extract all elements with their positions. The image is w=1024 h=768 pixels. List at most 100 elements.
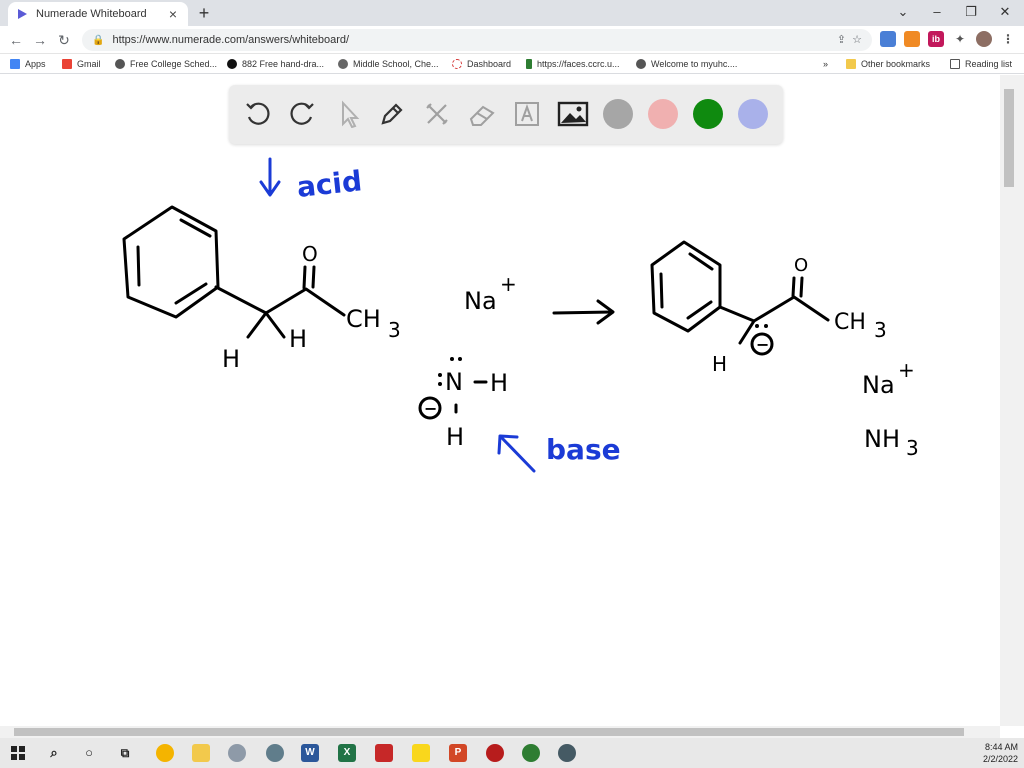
tab-close-icon[interactable]: × — [166, 6, 180, 22]
windows-start-icon[interactable] — [11, 746, 25, 760]
app-icon[interactable] — [522, 744, 540, 762]
product-sodium-label: Na — [862, 371, 895, 399]
sticky-notes-icon[interactable] — [412, 744, 430, 762]
more-bookmarks-chevron-icon[interactable]: » — [823, 57, 828, 71]
base-arrow-shaft — [499, 435, 536, 473]
amide-minus-sign: − — [424, 399, 437, 418]
app-icon[interactable] — [228, 744, 246, 762]
bookmark-apps[interactable]: Apps — [10, 57, 46, 71]
file-explorer-icon[interactable] — [192, 744, 210, 762]
extension-icon[interactable] — [904, 31, 920, 47]
puzzle-extensions-icon[interactable]: ✦ — [952, 31, 968, 47]
reactant-methyl-subscript: 3 — [388, 318, 401, 342]
cortana-icon[interactable]: ○ — [80, 744, 98, 762]
excel-icon[interactable]: X — [338, 744, 356, 762]
reactant-methyl-label: CH — [346, 305, 381, 333]
app-icon[interactable] — [486, 744, 504, 762]
close-window-button[interactable]: ✕ — [988, 0, 1022, 26]
select-tool-button[interactable] — [331, 97, 365, 131]
windows-taskbar: ⌕ ○ ⧉ W X P 8:44 AM 2/2/2022 — [0, 738, 1024, 768]
bookmarks-bar: Apps Gmail Free College Sched... 882 Fre… — [0, 54, 1024, 74]
reactant-carbonyl-bond-2 — [311, 265, 316, 289]
vertical-scrollbar[interactable] — [1000, 75, 1024, 726]
tab-title: Numerade Whiteboard — [36, 8, 147, 20]
globe-icon — [636, 59, 646, 69]
restore-button[interactable]: ❐ — [954, 0, 988, 26]
task-view-icon[interactable]: ⧉ — [116, 744, 134, 762]
powerpoint-icon[interactable]: P — [449, 744, 467, 762]
address-bar[interactable]: 🔒 https://www.numerade.com/answers/white… — [82, 29, 872, 51]
dashboard-icon — [452, 59, 462, 69]
back-button[interactable]: ← — [6, 30, 26, 50]
cursor-icon — [342, 100, 360, 128]
bookmark-dashboard[interactable]: Dashboard — [452, 57, 511, 71]
app-icon[interactable] — [375, 744, 393, 762]
word-icon[interactable]: W — [301, 744, 319, 762]
undo-button[interactable] — [241, 97, 275, 131]
tools-icon — [426, 103, 448, 125]
reactant-carbonyl-oxygen: O — [302, 242, 318, 266]
color-swatch-green[interactable] — [693, 99, 723, 129]
whiteboard-page: acid base O CH 3 H H Na + N H H − O CH 3… — [0, 75, 1000, 726]
undo-icon — [246, 102, 270, 125]
paint-icon[interactable] — [266, 744, 284, 762]
product-carbonyl-bond-1 — [791, 276, 796, 298]
reactant-hydrogen-right: H — [289, 325, 307, 353]
eraser-icon — [469, 105, 495, 126]
reactant-benzene-ring — [122, 205, 220, 319]
menu-kebab-icon[interactable]: ⋮ — [1000, 31, 1016, 47]
whiteboard-canvas[interactable]: acid base O CH 3 H H Na + N H H − O CH 3… — [0, 75, 1000, 726]
forward-button[interactable]: → — [30, 30, 50, 50]
chrome-icon[interactable] — [156, 744, 174, 762]
browser-tab[interactable]: Numerade Whiteboard × — [8, 2, 188, 26]
new-tab-button[interactable]: + — [194, 3, 214, 23]
tab-search-chevron-icon[interactable]: ⌄ — [886, 0, 920, 26]
reaction-arrow-shaft — [552, 310, 614, 315]
system-clock[interactable]: 8:44 AM 2/2/2022 — [983, 741, 1018, 765]
eraser-tool-button[interactable] — [465, 97, 499, 131]
reload-button[interactable]: ↻ — [54, 30, 74, 50]
folder-icon — [846, 59, 856, 69]
color-swatch-lavender[interactable] — [738, 99, 768, 129]
bookmark-college-sched[interactable]: Free College Sched... — [115, 57, 217, 71]
amide-hydrogen-bottom: H — [446, 423, 464, 451]
product-carbanion-minus: − — [756, 335, 769, 354]
bookmark-other[interactable]: Other bookmarks — [846, 57, 930, 71]
image-tool-button[interactable] — [556, 97, 590, 131]
bookmark-faces[interactable]: https://faces.ccrc.u... — [526, 57, 620, 71]
numerade-favicon-icon — [18, 9, 27, 19]
horizontal-scrollbar[interactable] — [0, 726, 1000, 738]
base-label: base — [546, 433, 621, 466]
reactant-hydrogen-left: H — [222, 345, 240, 373]
pen-tool-button[interactable] — [375, 97, 409, 131]
vertical-scrollbar-thumb[interactable] — [1004, 89, 1014, 187]
image-icon — [557, 101, 589, 127]
color-swatch-gray[interactable] — [603, 99, 633, 129]
docs-extension-icon[interactable] — [880, 31, 896, 47]
ib-extension-icon[interactable]: ib — [928, 31, 944, 47]
reactant-ch-bond-left — [246, 311, 268, 339]
bookmark-myuhc[interactable]: Welcome to myuhc.... — [636, 57, 737, 71]
text-tool-button[interactable] — [510, 97, 544, 131]
color-swatch-pink[interactable] — [648, 99, 678, 129]
reading-list[interactable]: Reading list — [950, 57, 1012, 71]
search-icon[interactable]: ⌕ — [45, 744, 63, 762]
minimize-button[interactable]: – — [920, 0, 954, 26]
clock-time: 8:44 AM — [984, 742, 1018, 752]
horizontal-scrollbar-thumb[interactable] — [14, 728, 964, 736]
browser-tab-bar: Numerade Whiteboard × + ⌄ – ❐ ✕ — [0, 0, 1024, 26]
bookmark-gmail[interactable]: Gmail — [62, 57, 101, 71]
share-and-star-icons[interactable]: ⇪ ☆ — [837, 33, 862, 46]
shapes-tool-button[interactable] — [420, 97, 454, 131]
redo-button[interactable] — [285, 97, 319, 131]
browser-toolbar: ← → ↻ 🔒 https://www.numerade.com/answers… — [0, 26, 1024, 54]
product-hydrogen: H — [712, 352, 727, 376]
bookmark-hand-drawn[interactable]: 882 Free hand-dra... — [227, 57, 324, 71]
f-site-icon — [526, 59, 532, 69]
profile-avatar[interactable] — [976, 31, 992, 47]
acid-label: acid — [295, 164, 363, 204]
product-chain-bonds — [718, 295, 830, 323]
clock-app-icon[interactable] — [558, 744, 576, 762]
globe-icon — [115, 59, 125, 69]
bookmark-middle-school[interactable]: Middle School, Che... — [338, 57, 439, 71]
